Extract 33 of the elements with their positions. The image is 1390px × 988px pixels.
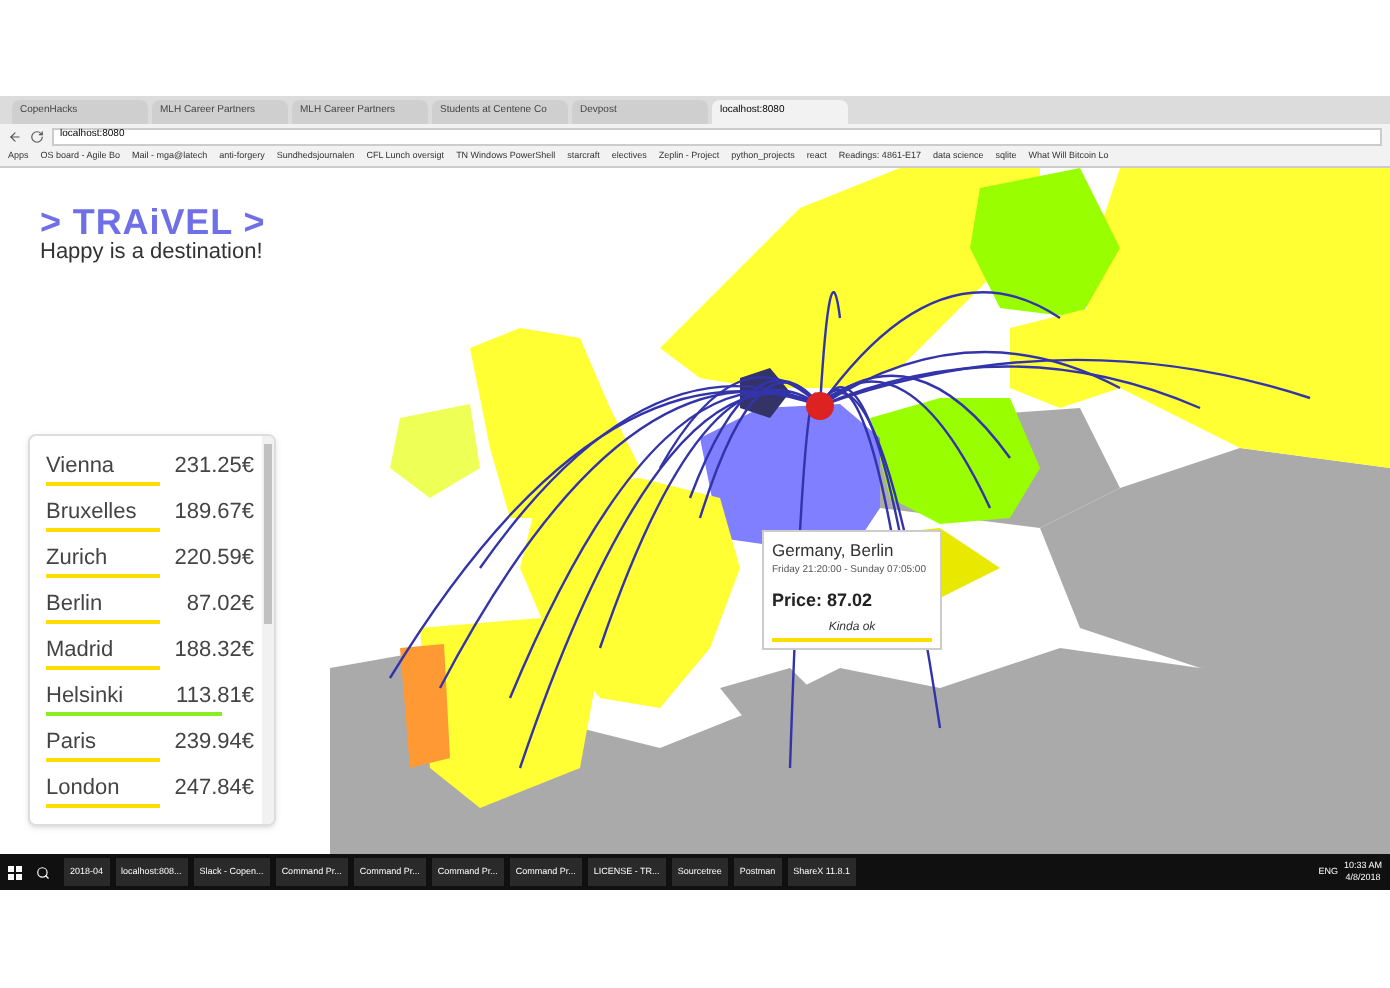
price: 189.67€ bbox=[174, 500, 254, 528]
destination-item[interactable]: Paris 239.94€ bbox=[46, 724, 254, 768]
windows-start-icon[interactable] bbox=[8, 865, 22, 879]
price: 220.59€ bbox=[174, 546, 254, 574]
search-icon[interactable] bbox=[36, 865, 50, 879]
destination-item[interactable]: Helsinki 113.81€ bbox=[46, 678, 254, 722]
city-name: Helsinki bbox=[46, 684, 124, 712]
price: 247.84€ bbox=[174, 776, 254, 804]
tooltip-title: Germany, Berlin bbox=[772, 538, 896, 564]
destination-item[interactable]: Bruxelles 189.67€ bbox=[46, 494, 254, 538]
city-name: Madrid bbox=[46, 638, 114, 666]
tooltip-price: Price: 87.02 bbox=[772, 588, 875, 615]
price: 113.81€ bbox=[176, 684, 254, 712]
price: 239.94€ bbox=[174, 730, 254, 758]
reload-icon[interactable] bbox=[30, 129, 44, 143]
city-name: Bruxelles bbox=[46, 500, 137, 528]
destination-item[interactable]: Vienna 231.25€ bbox=[46, 448, 254, 492]
scrollbar[interactable] bbox=[262, 436, 274, 824]
destination-item[interactable]: Berlin 87.02€ bbox=[46, 586, 254, 630]
city-name: Paris bbox=[46, 730, 97, 758]
city-name: London bbox=[46, 776, 120, 804]
price: 231.25€ bbox=[174, 454, 254, 482]
tagline: Happy is a destination! bbox=[40, 240, 265, 268]
logo: > TRAiVEL > bbox=[40, 204, 266, 240]
city-name: Berlin bbox=[46, 592, 103, 620]
price: 87.02€ bbox=[186, 592, 254, 620]
city-name: Zurich bbox=[46, 546, 108, 574]
back-icon[interactable] bbox=[8, 129, 22, 143]
destination-item[interactable]: London 247.84€ bbox=[46, 770, 254, 814]
price: 188.32€ bbox=[174, 638, 254, 666]
destination-item[interactable]: Zurich 220.59€ bbox=[46, 540, 254, 584]
city-name: Vienna bbox=[46, 454, 115, 482]
destination-item[interactable]: Madrid 188.32€ bbox=[46, 632, 254, 676]
